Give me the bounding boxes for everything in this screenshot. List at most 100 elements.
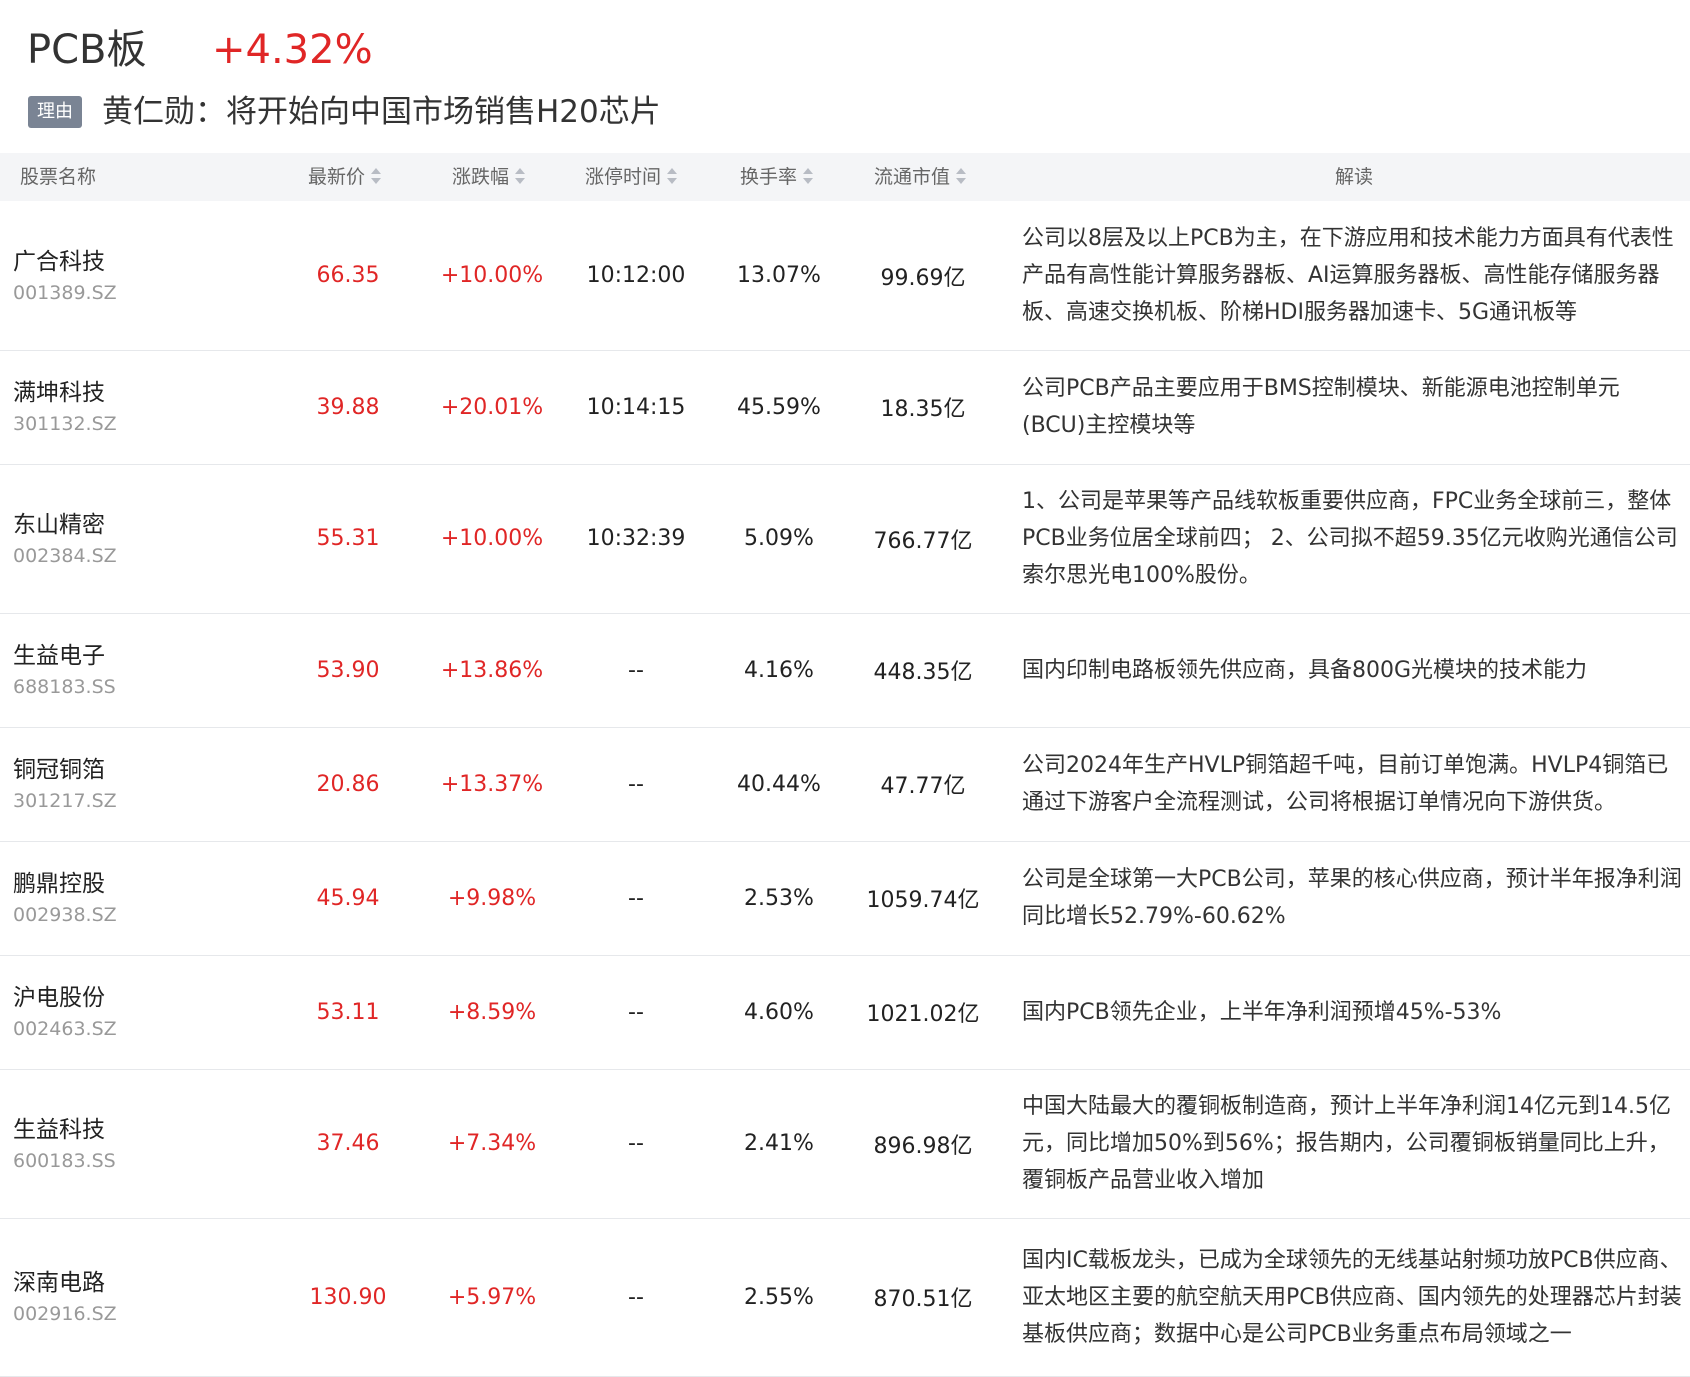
stock-name[interactable]: 生益电子 [13,639,116,673]
sort-icon[interactable] [953,165,969,187]
sector-name: PCB板 [27,27,147,73]
stock-code: 600183.SS [13,1149,116,1172]
desc-text: 公司以8层及以上PCB为主，在下游应用和技术能力方面具有代表性产品有高性能计算服… [1022,226,1674,325]
desc-text: 中国大陆最大的覆铜板制造商，预计上半年净利润14亿元到14.5亿元，同比增加50… [1022,1094,1671,1193]
desc-text: 国内PCB领先企业，上半年净利润预增45%-53% [1022,999,1502,1025]
table-row[interactable]: 生益电子 688183.SS 53.90 +13.86% -- 4.16% 448.35亿 国… [0,613,1690,728]
stock-name-cell[interactable]: 深南电路 002916.SZ [13,1218,117,1376]
stock-name[interactable]: 生益科技 [13,1113,116,1147]
limit-time-cell: -- [628,999,644,1025]
table-row[interactable]: 深南电路 002916.SZ 130.90 +5.97% -- 2.55% 870.51亿 国… [0,1218,1690,1377]
price-cell: 20.86 [316,771,380,797]
turnover-cell: 5.09% [744,526,814,551]
desc-cell: 公司以8层及以上PCB为主，在下游应用和技术能力方面具有代表性产品有高性能计算服… [1022,201,1682,350]
desc-cell: 公司PCB产品主要应用于BMS控制模块、新能源电池控制单元(BCU)主控模块等 [1022,350,1682,464]
desc-text: 国内印制电路板领先供应商，具备800G光模块的技术能力 [1022,657,1588,683]
market-cap-cell: 1021.02亿 [866,1002,980,1027]
limit-time-cell: 10:32:39 [586,526,686,551]
desc-text: 国内IC载板龙头，已成为全球领先的无线基站射频功放PCB供应商、亚太地区主要的航… [1022,1247,1682,1347]
col-header-limit-time[interactable]: 涨停时间 [585,153,680,201]
limit-time-cell: 10:14:15 [586,394,686,420]
sort-icon[interactable] [664,165,680,187]
table-row[interactable]: 满坤科技 301132.SZ 39.88 +20.01% 10:14:15 45.59% 1… [0,350,1690,465]
reason-badge: 理由 [28,96,82,128]
limit-time-cell: -- [628,885,644,911]
price-cell: 39.88 [316,394,380,420]
table-row[interactable]: 生益科技 600183.SS 37.46 +7.34% -- 2.41% 896.98亿 中国… [0,1069,1690,1219]
market-cap-cell: 99.69亿 [880,265,966,291]
price-cell: 53.11 [316,999,380,1025]
col-header-desc: 解读 [1335,153,1373,201]
market-cap-cell: 47.77亿 [880,774,966,799]
stock-name-cell[interactable]: 生益电子 688183.SS [13,613,116,727]
stock-name[interactable]: 铜冠铜箔 [13,753,117,787]
table-row[interactable]: 铜冠铜箔 301217.SZ 20.86 +13.37% -- 40.44% 47.77亿 公… [0,727,1690,842]
turnover-cell: 2.53% [744,885,814,911]
stock-name-cell[interactable]: 鹏鼎控股 002938.SZ [13,841,117,955]
col-header-turnover[interactable]: 换手率 [740,153,816,201]
desc-text: 公司是全球第一大PCB公司，苹果的核心供应商，预计半年报净利润同比增长52.79… [1022,867,1682,929]
col-header-market-cap-label: 流通市值 [874,166,951,188]
desc-cell: 国内PCB领先企业，上半年净利润预增45%-53% [1022,955,1682,1069]
turnover-cell: 40.44% [737,771,821,797]
desc-cell: 公司2024年生产HVLP铜箔超千吨，目前订单饱满。HVLP4铜箔已通过下游客户… [1022,727,1682,841]
table-row[interactable]: 沪电股份 002463.SZ 53.11 +8.59% -- 4.60% 1021.02亿 国… [0,955,1690,1070]
price-cell: 55.31 [316,526,380,551]
stock-name[interactable]: 深南电路 [13,1266,117,1300]
sort-icon[interactable] [800,165,816,187]
market-cap-cell: 18.35亿 [880,397,966,422]
stock-name-cell[interactable]: 生益科技 600183.SS [13,1069,116,1218]
stock-code: 002463.SZ [13,1018,117,1040]
turnover-cell: 45.59% [737,394,821,420]
turnover-cell: 13.07% [737,263,821,288]
change-cell: +10.00% [440,526,544,551]
market-cap-cell: 1059.74亿 [866,888,980,913]
stock-name[interactable]: 沪电股份 [13,981,117,1015]
table-row[interactable]: 东山精密 002384.SZ 55.31 +10.00% 10:32:39 5.09% 76… [0,464,1690,614]
desc-text: 1、公司是苹果等产品线软板重要供应商，FPC业务全球前三，整体PCB业务位居全球… [1022,489,1678,588]
stock-name[interactable]: 满坤科技 [13,376,117,410]
change-cell: +20.01% [440,394,544,420]
col-header-market-cap[interactable]: 流通市值 [874,153,969,201]
stock-name-cell[interactable]: 满坤科技 301132.SZ [13,350,117,464]
col-header-desc-label: 解读 [1335,166,1374,188]
stock-name[interactable]: 广合科技 [13,245,117,279]
desc-text: 公司PCB产品主要应用于BMS控制模块、新能源电池控制单元(BCU)主控模块等 [1022,376,1620,438]
desc-cell: 国内IC载板龙头，已成为全球领先的无线基站射频功放PCB供应商、亚太地区主要的航… [1022,1218,1682,1376]
stock-code: 002916.SZ [13,1303,117,1325]
col-header-price[interactable]: 最新价 [308,153,384,201]
stock-name-cell[interactable]: 沪电股份 002463.SZ [13,955,117,1069]
stock-name-cell[interactable]: 东山精密 002384.SZ [13,464,117,613]
change-cell: +8.59% [447,999,537,1025]
turnover-cell: 2.41% [744,1131,814,1156]
col-header-turnover-label: 换手率 [740,166,798,188]
stock-name[interactable]: 东山精密 [13,508,117,542]
price-cell: 53.90 [316,657,380,683]
limit-time-cell: -- [628,657,644,683]
col-header-change-label: 涨跌幅 [452,166,510,188]
change-cell: +5.97% [447,1284,537,1310]
sector-header: PCB板 +4.32% 理由 黄仁勋：将开始向中国市场销售H20芯片 [0,0,1690,148]
stock-code: 688183.SS [13,676,116,698]
stock-code: 301217.SZ [13,790,117,812]
price-cell: 66.35 [316,263,380,288]
stock-name-cell[interactable]: 铜冠铜箔 301217.SZ [13,727,117,841]
desc-cell: 国内印制电路板领先供应商，具备800G光模块的技术能力 [1022,613,1682,727]
stock-name-cell[interactable]: 广合科技 001389.SZ [13,201,117,350]
limit-time-cell: -- [628,1284,644,1310]
sort-icon[interactable] [368,165,384,187]
desc-cell: 1、公司是苹果等产品线软板重要供应商，FPC业务全球前三，整体PCB业务位居全球… [1022,464,1682,613]
change-cell: +13.37% [440,771,544,797]
stock-name[interactable]: 鹏鼎控股 [13,867,117,901]
table-row[interactable]: 鹏鼎控股 002938.SZ 45.94 +9.98% -- 2.53% 1059.74亿 公… [0,841,1690,956]
table-row[interactable]: 广合科技 001389.SZ 66.35 +10.00% 10:12:00 13.07% 9… [0,201,1690,351]
sort-icon[interactable] [512,165,528,187]
desc-cell: 中国大陆最大的覆铜板制造商，预计上半年净利润14亿元到14.5亿元，同比增加50… [1022,1069,1682,1218]
market-cap-cell: 448.35亿 [873,660,973,685]
col-header-change[interactable]: 涨跌幅 [452,153,528,201]
col-header-limit-time-label: 涨停时间 [585,166,662,188]
limit-time-cell: 10:12:00 [586,263,686,288]
market-cap-cell: 766.77亿 [873,528,973,554]
change-cell: +10.00% [440,263,544,288]
change-cell: +7.34% [447,1131,537,1156]
